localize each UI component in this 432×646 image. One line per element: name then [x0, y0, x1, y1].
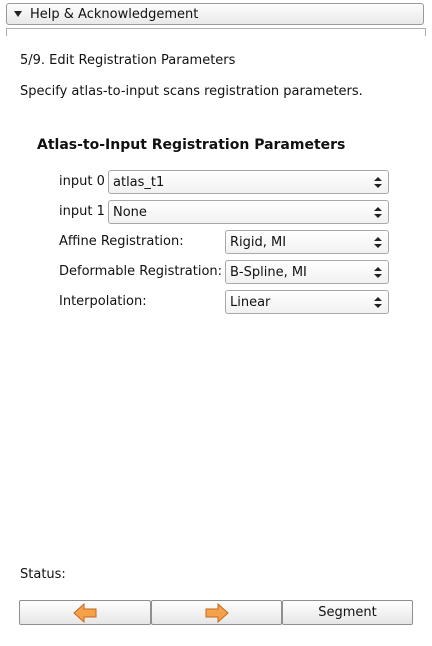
- step-description: Specify atlas-to-input scans registratio…: [20, 84, 363, 99]
- deformable-registration-combo[interactable]: B-Spline, MI: [225, 260, 389, 284]
- group-title: Atlas-to-Input Registration Parameters: [37, 137, 346, 153]
- segment-button[interactable]: Segment: [282, 600, 413, 625]
- next-button[interactable]: [151, 600, 282, 625]
- segment-button-label: Segment: [318, 605, 377, 620]
- arrow-left-icon: [73, 602, 97, 623]
- help-acknowledgement-label: Help & Acknowledgement: [30, 6, 199, 22]
- status-label: Status:: [20, 567, 66, 582]
- deformable-registration-value: B-Spline, MI: [230, 264, 307, 280]
- affine-registration-value: Rigid, MI: [230, 234, 287, 250]
- arrow-right-icon: [205, 602, 229, 623]
- updown-arrows-icon: [370, 201, 388, 223]
- input-0-label: input 0: [59, 174, 105, 189]
- collapse-triangle-icon: [14, 11, 22, 17]
- collapsible-frame: [6, 28, 426, 36]
- updown-arrows-icon: [370, 291, 388, 313]
- back-button[interactable]: [19, 600, 151, 625]
- input-1-label: input 1: [59, 204, 105, 219]
- affine-registration-combo[interactable]: Rigid, MI: [225, 230, 389, 254]
- deformable-registration-label: Deformable Registration:: [59, 264, 223, 279]
- input-1-combo[interactable]: None: [108, 200, 389, 224]
- updown-arrows-icon: [370, 231, 388, 253]
- interpolation-value: Linear: [230, 294, 271, 310]
- step-title: 5/9. Edit Registration Parameters: [20, 53, 236, 68]
- affine-registration-label: Affine Registration:: [59, 234, 184, 249]
- input-1-value: None: [113, 204, 147, 220]
- help-acknowledgement-toggle[interactable]: Help & Acknowledgement: [6, 3, 424, 25]
- updown-arrows-icon: [370, 171, 388, 193]
- interpolation-combo[interactable]: Linear: [225, 290, 389, 314]
- interpolation-label: Interpolation:: [59, 294, 147, 309]
- updown-arrows-icon: [370, 261, 388, 283]
- input-0-combo[interactable]: atlas_t1: [108, 170, 389, 194]
- input-0-value: atlas_t1: [113, 174, 165, 190]
